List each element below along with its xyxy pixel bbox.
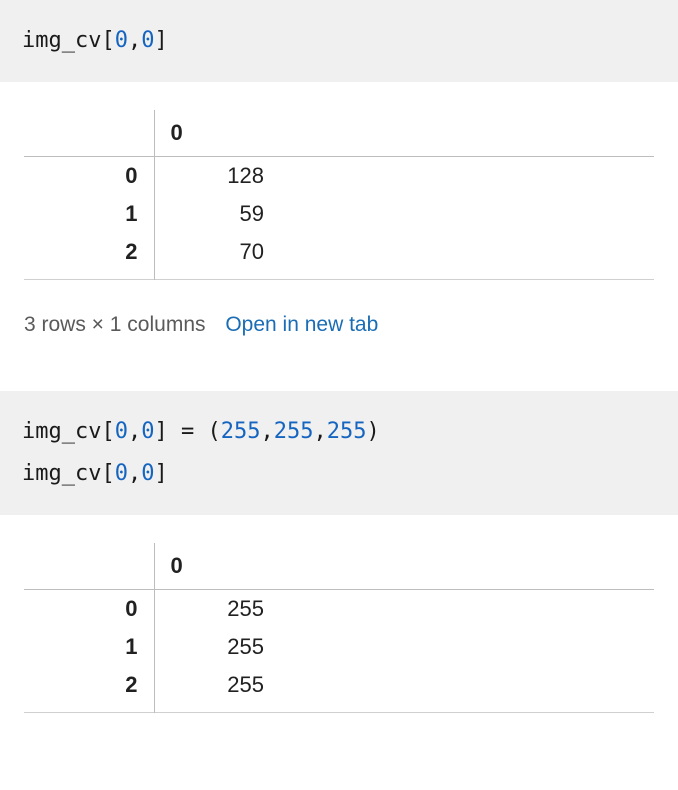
table-spacer (264, 110, 654, 157)
code-cell-1: img_cv[0,0] (0, 0, 678, 82)
row-index: 2 (24, 666, 154, 713)
table-row: 1 59 (24, 195, 654, 233)
output-table-2: 0 0 255 1 255 2 255 (0, 543, 678, 731)
code-token: 0 (115, 28, 128, 53)
table-summary: 3 rows × 1 columns Open in new tab (0, 297, 678, 361)
cell-value: 255 (154, 628, 264, 666)
code-token: 255 (221, 419, 261, 444)
table-spacer (264, 543, 654, 590)
column-header: 0 (154, 543, 264, 590)
cell-value: 70 (154, 233, 264, 280)
cell-value: 255 (154, 666, 264, 713)
code-token: 0 (141, 28, 154, 53)
code-token: img_cv (22, 28, 101, 53)
code-token: , (128, 461, 141, 486)
code-token: ) (366, 419, 379, 444)
row-index: 0 (24, 589, 154, 628)
code-token: [ (101, 461, 114, 486)
row-index: 1 (24, 628, 154, 666)
code-token: , (128, 419, 141, 444)
code-token: [ (101, 419, 114, 444)
code-token: 255 (274, 419, 314, 444)
code-token: = ( (168, 419, 221, 444)
code-token: img_cv (22, 461, 101, 486)
column-header: 0 (154, 110, 264, 157)
code-token: img_cv (22, 419, 101, 444)
cell-value: 255 (154, 589, 264, 628)
row-index: 2 (24, 233, 154, 280)
table-row: 2 70 (24, 233, 654, 280)
code-token: , (260, 419, 273, 444)
code-token: ] (154, 461, 167, 486)
code-token: 0 (115, 419, 128, 444)
code-token: [ (101, 28, 114, 53)
code-token: 0 (141, 419, 154, 444)
summary-text: 3 rows × 1 columns (24, 313, 206, 336)
table-row: 0 255 (24, 589, 654, 628)
row-index: 0 (24, 156, 154, 195)
dataframe-table: 0 0 128 1 59 2 70 (24, 110, 654, 286)
dataframe-table: 0 0 255 1 255 2 255 (24, 543, 654, 719)
table-row: 1 255 (24, 628, 654, 666)
row-index: 1 (24, 195, 154, 233)
output-table-1: 0 0 128 1 59 2 70 (0, 110, 678, 298)
code-token: 0 (141, 461, 154, 486)
code-token: ] (154, 419, 167, 444)
code-token: , (128, 28, 141, 53)
code-token: 0 (115, 461, 128, 486)
code-token: 255 (327, 419, 367, 444)
cell-value: 128 (154, 156, 264, 195)
code-cell-2: img_cv[0,0] = (255,255,255) img_cv[0,0] (0, 391, 678, 515)
open-in-new-tab-link[interactable]: Open in new tab (225, 313, 378, 336)
cell-value: 59 (154, 195, 264, 233)
table-corner (24, 543, 154, 590)
code-token: ] (154, 28, 167, 53)
table-row: 2 255 (24, 666, 654, 713)
table-corner (24, 110, 154, 157)
code-token: , (313, 419, 326, 444)
table-row: 0 128 (24, 156, 654, 195)
